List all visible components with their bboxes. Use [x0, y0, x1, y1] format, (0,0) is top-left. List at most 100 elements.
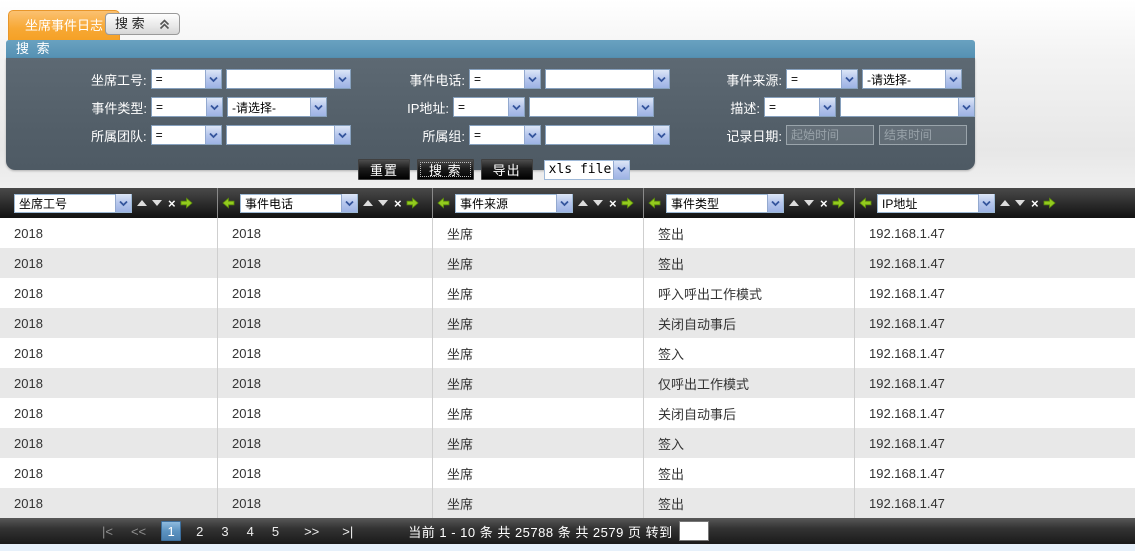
sort-ascending-icon[interactable] — [363, 200, 373, 206]
start-time-input[interactable] — [786, 125, 874, 145]
sort-ascending-icon[interactable] — [137, 200, 147, 206]
cell-ip-address: 192.168.1.47 — [855, 278, 1135, 308]
sort-descending-icon[interactable] — [593, 200, 603, 206]
event-type-operator-select[interactable]: = — [151, 97, 223, 117]
chevron-down-icon — [556, 194, 572, 212]
collapse-button-label: 搜 索 — [115, 14, 145, 34]
remove-column-icon[interactable]: × — [394, 197, 402, 210]
cell-agent-id: 2018 — [0, 458, 218, 488]
current-page-button[interactable]: 1 — [161, 521, 181, 541]
event-phone-label: 事件电话: — [351, 70, 469, 89]
column-select[interactable]: 事件电话 — [240, 194, 358, 213]
remove-column-icon[interactable]: × — [168, 197, 176, 210]
search-panel-header: 搜 索 — [6, 40, 975, 58]
table-row[interactable]: 2018 2018 坐席 仅呼出工作模式 192.168.1.47 — [0, 368, 1135, 398]
description-value-select[interactable] — [840, 97, 975, 117]
grid-header-row: 坐席工号 × 事件电话 × 事件来源 — [0, 188, 1135, 218]
cell-ip-address: 192.168.1.47 — [855, 308, 1135, 338]
sort-ascending-icon[interactable] — [1000, 200, 1010, 206]
export-format-select[interactable]: xls file — [544, 160, 630, 180]
ip-address-operator-select[interactable]: = — [453, 97, 525, 117]
description-operator-select[interactable]: = — [764, 97, 836, 117]
sort-descending-icon[interactable] — [378, 200, 388, 206]
table-row[interactable]: 2018 2018 坐席 签出 192.168.1.47 — [0, 218, 1135, 248]
table-row[interactable]: 2018 2018 坐席 签出 192.168.1.47 — [0, 458, 1135, 488]
event-source-value-select[interactable]: -请选择- — [862, 69, 962, 89]
column-header-ip-address: IP地址 × — [855, 188, 1135, 218]
column-select[interactable]: 坐席工号 — [14, 194, 132, 213]
event-source-operator-select[interactable]: = — [786, 69, 858, 89]
grid-body: 2018 2018 坐席 签出 192.168.1.47 2018 2018 坐… — [0, 218, 1135, 518]
sort-descending-icon[interactable] — [804, 200, 814, 206]
remove-column-icon[interactable]: × — [609, 197, 617, 210]
sort-descending-icon[interactable] — [1015, 200, 1025, 206]
column-select[interactable]: 事件类型 — [666, 194, 784, 213]
ip-address-value-select[interactable] — [529, 97, 654, 117]
cell-ip-address: 192.168.1.47 — [855, 248, 1135, 278]
remove-column-icon[interactable]: × — [820, 197, 828, 210]
table-row[interactable]: 2018 2018 坐席 关闭自动事后 192.168.1.47 — [0, 398, 1135, 428]
column-select[interactable]: IP地址 — [877, 194, 995, 213]
event-type-value-select[interactable]: -请选择- — [227, 97, 327, 117]
table-row[interactable]: 2018 2018 坐席 关闭自动事后 192.168.1.47 — [0, 308, 1135, 338]
group-operator-select[interactable]: = — [469, 125, 541, 145]
sort-ascending-icon[interactable] — [578, 200, 588, 206]
table-row[interactable]: 2018 2018 坐席 呼入呼出工作模式 192.168.1.47 — [0, 278, 1135, 308]
page-button[interactable]: 2 — [196, 524, 203, 539]
chevron-down-icon — [334, 126, 350, 144]
move-column-right-icon[interactable] — [832, 197, 845, 209]
team-value-select[interactable] — [226, 125, 351, 145]
cell-event-source: 坐席 — [433, 368, 644, 398]
cell-event-phone: 2018 — [218, 428, 433, 458]
move-column-left-icon[interactable] — [648, 197, 661, 209]
tab-agent-event-log[interactable]: 坐席事件日志 — [8, 10, 120, 40]
chevron-down-icon — [334, 70, 350, 88]
reset-button[interactable]: 重置 — [358, 159, 410, 180]
cell-ip-address: 192.168.1.47 — [855, 488, 1135, 518]
search-collapse-button[interactable]: 搜 索 — [105, 13, 180, 35]
sort-ascending-icon[interactable] — [789, 200, 799, 206]
table-row[interactable]: 2018 2018 坐席 签出 192.168.1.47 — [0, 488, 1135, 518]
export-button[interactable]: 导出 — [481, 159, 533, 180]
previous-page-button[interactable]: << — [131, 524, 146, 539]
cell-event-source: 坐席 — [433, 338, 644, 368]
move-column-right-icon[interactable] — [406, 197, 419, 209]
next-page-button[interactable]: >> — [304, 524, 319, 539]
remove-column-icon[interactable]: × — [1031, 197, 1039, 210]
cell-event-source: 坐席 — [433, 428, 644, 458]
event-phone-operator-select[interactable]: = — [469, 69, 541, 89]
team-operator-select[interactable]: = — [151, 125, 223, 145]
ip-address-label: IP地址: — [335, 98, 453, 117]
search-button[interactable]: 搜 索 — [417, 159, 474, 180]
move-column-left-icon[interactable] — [437, 197, 450, 209]
cell-event-source: 坐席 — [433, 278, 644, 308]
cell-agent-id: 2018 — [0, 218, 218, 248]
move-column-left-icon[interactable] — [222, 197, 235, 209]
move-column-right-icon[interactable] — [180, 197, 193, 209]
move-column-left-icon[interactable] — [859, 197, 872, 209]
page-button[interactable]: 3 — [221, 524, 228, 539]
sort-descending-icon[interactable] — [152, 200, 162, 206]
chevron-down-icon — [206, 98, 222, 116]
table-row[interactable]: 2018 2018 坐席 签出 192.168.1.47 — [0, 248, 1135, 278]
page-button[interactable]: 5 — [272, 524, 279, 539]
cell-event-phone: 2018 — [218, 488, 433, 518]
cell-event-phone: 2018 — [218, 368, 433, 398]
cell-event-type: 签入 — [644, 338, 855, 368]
page-button[interactable]: 4 — [247, 524, 254, 539]
move-column-right-icon[interactable] — [1043, 197, 1056, 209]
table-row[interactable]: 2018 2018 坐席 签入 192.168.1.47 — [0, 338, 1135, 368]
group-value-select[interactable] — [545, 125, 670, 145]
agent-id-value-select[interactable] — [226, 69, 351, 89]
table-row[interactable]: 2018 2018 坐席 签入 192.168.1.47 — [0, 428, 1135, 458]
first-page-button[interactable]: |< — [102, 524, 113, 539]
column-select[interactable]: 事件来源 — [455, 194, 573, 213]
move-column-right-icon[interactable] — [621, 197, 634, 209]
cell-ip-address: 192.168.1.47 — [855, 398, 1135, 428]
goto-page-input[interactable] — [679, 521, 709, 541]
agent-id-operator-select[interactable]: = — [151, 69, 223, 89]
last-page-button[interactable]: >| — [342, 524, 353, 539]
end-time-input[interactable] — [879, 125, 967, 145]
event-phone-value-select[interactable] — [545, 69, 670, 89]
column-header-event-phone: 事件电话 × — [218, 188, 433, 218]
